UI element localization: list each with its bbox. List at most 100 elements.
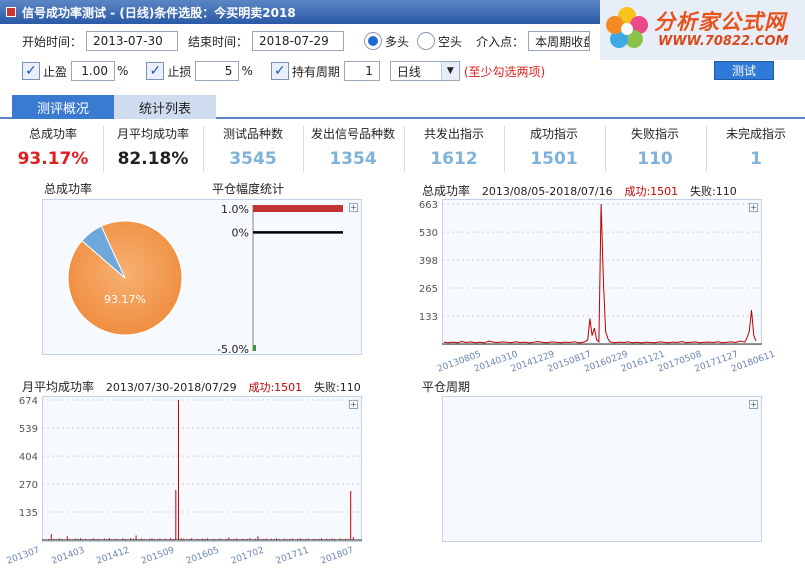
end-date-label: 结束时间：	[188, 34, 249, 49]
tick-label: -5.0%	[217, 343, 249, 356]
tab-overview[interactable]: 测评概况	[12, 95, 114, 119]
close-range-chart: 1.0% 0% -5.0%	[217, 203, 343, 356]
y-tick-label: 135	[19, 508, 38, 519]
test-button[interactable]: 测试	[714, 61, 774, 80]
param-row-dates: 开始时间： 2013-07-30 结束时间： 2018-07-29 多头 空头 …	[22, 30, 591, 52]
stat-label: 发出信号品种数	[310, 127, 395, 141]
pie-chart-title: 总成功率	[44, 182, 93, 196]
y-tick-label: 404	[19, 452, 38, 463]
take-profit-unit: %	[117, 64, 129, 78]
stop-loss-unit: %	[241, 64, 253, 78]
hold-period-input[interactable]: 1	[343, 61, 380, 81]
stat-3: 发出信号品种数 1354	[304, 124, 402, 174]
brand-name: 分析家公式网	[654, 10, 786, 34]
tick-label: 1.0%	[221, 203, 249, 216]
take-profit-input[interactable]: 1.00	[71, 61, 116, 81]
tab-stat-list[interactable]: 统计列表	[114, 95, 216, 119]
pie-chart: 93.17%	[67, 220, 183, 336]
y-tick-label: 398	[419, 256, 438, 267]
stat-value: 110	[637, 149, 673, 169]
y-tick-label: 530	[419, 228, 438, 239]
expand-icon[interactable]: +	[749, 400, 758, 409]
x-tick-label: 201711	[275, 546, 311, 567]
close-period-chart-panel: +	[442, 396, 762, 542]
stat-0: 总成功率 93.17%	[4, 124, 102, 174]
app-icon	[6, 7, 16, 17]
bar-negative	[253, 345, 256, 351]
y-tick-label: 270	[19, 480, 38, 491]
long-label: 多头	[385, 34, 410, 49]
stat-5: 成功指示 1501	[505, 124, 603, 174]
hold-period-label: 持有周期	[291, 64, 340, 79]
y-tick-label: 133	[419, 312, 438, 323]
stat-2: 测试品种数 3545	[204, 124, 302, 174]
stat-label: 失败指示	[630, 127, 679, 141]
x-tick-label: 201412	[95, 546, 131, 567]
take-profit-label: 止盈	[43, 64, 68, 79]
start-date-label: 开始时间：	[22, 34, 83, 49]
hint-text: (至少勾选两项)	[463, 64, 546, 79]
x-tick-label: 201605	[185, 546, 221, 567]
y-tick-label: 265	[419, 284, 438, 295]
short-label: 空头	[438, 34, 463, 49]
chevron-down-icon: ▼	[440, 62, 459, 80]
daily-success-chart: 6635303982651332013080520140310201412292…	[419, 200, 777, 375]
short-radio[interactable]	[417, 32, 436, 50]
end-date-field[interactable]: 2018-07-29	[252, 31, 345, 51]
stat-value: 1501	[530, 149, 578, 169]
start-date-field[interactable]: 2013-07-30	[86, 31, 179, 51]
period-select-value: 日线	[396, 64, 421, 79]
tick-label: 0%	[232, 226, 249, 239]
stat-label: 成功指示	[529, 127, 578, 141]
stop-loss-label: 止损	[167, 64, 192, 79]
long-radio[interactable]	[364, 32, 383, 50]
stop-loss-input[interactable]: 5	[195, 61, 240, 81]
period-select[interactable]: 日线 ▼	[389, 61, 460, 81]
stat-separator	[203, 126, 204, 172]
pie-chart-panel: + 93.17% 1.0% 0% -5.0%	[42, 199, 362, 356]
stat-value: 1612	[430, 149, 478, 169]
close-range-chart-title: 平仓幅度统计	[212, 182, 285, 196]
stat-label: 测试品种数	[222, 127, 283, 141]
y-tick-label: 539	[19, 424, 38, 435]
stat-label: 总成功率	[28, 127, 77, 141]
window-title: 信号成功率测试 - (日线)条件选股：今买明卖2018	[22, 5, 296, 20]
stat-separator	[605, 126, 606, 172]
stat-4: 共发出指示 1612	[405, 124, 503, 174]
stat-separator	[103, 126, 104, 172]
entry-point-select[interactable]: 本周期收盘	[528, 31, 591, 51]
tab-bar: 测评概况 统计列表	[0, 95, 805, 119]
stat-value: 93.17%	[17, 149, 89, 169]
y-tick-label: 663	[419, 200, 438, 211]
series-line	[443, 203, 757, 344]
stat-separator	[303, 126, 304, 172]
stat-label: 共发出指示	[423, 127, 484, 141]
stat-value: 1354	[329, 149, 377, 169]
stat-1: 月平均成功率 82.18%	[104, 124, 202, 174]
y-tick-label: 674	[19, 396, 38, 407]
stat-6: 失败指示 110	[606, 124, 704, 174]
stat-separator	[404, 126, 405, 172]
flower-logo-icon	[606, 7, 648, 48]
x-tick-label: 201702	[230, 546, 266, 567]
stop-loss-checkbox[interactable]: ✓	[146, 62, 165, 80]
stat-value: 1	[750, 149, 762, 169]
stat-label: 月平均成功率	[116, 127, 189, 141]
take-profit-checkbox[interactable]: ✓	[22, 62, 40, 80]
entry-point-label: 介入点：	[476, 34, 525, 49]
x-tick-label: 201403	[50, 546, 86, 567]
brand-url: WWW.70822.COM	[658, 34, 789, 49]
bar-positive	[253, 205, 343, 212]
pie-label: 93.17%	[104, 293, 146, 306]
stat-value: 82.18%	[117, 149, 189, 169]
x-tick-label: 201307	[5, 546, 41, 567]
x-tick-label: 201509	[140, 545, 176, 566]
stat-separator	[504, 126, 505, 172]
stat-value: 3545	[229, 149, 277, 169]
x-tick-label: 201807	[319, 546, 355, 567]
stat-7: 未完成指示 1	[707, 124, 805, 174]
hold-period-checkbox[interactable]: ✓	[270, 62, 289, 80]
brand-logo: 分析家公式网 WWW.70822.COM	[600, 0, 805, 60]
monthly-success-chart: 674 539 404 270 135 201307 201403 201412 201509 2…	[5, 396, 362, 567]
param-row-options: ✓ 止盈 1.00 % ✓ 止损 5 % ✓ 持有周期 1 日线 ▼ (至少勾选…	[22, 60, 549, 82]
